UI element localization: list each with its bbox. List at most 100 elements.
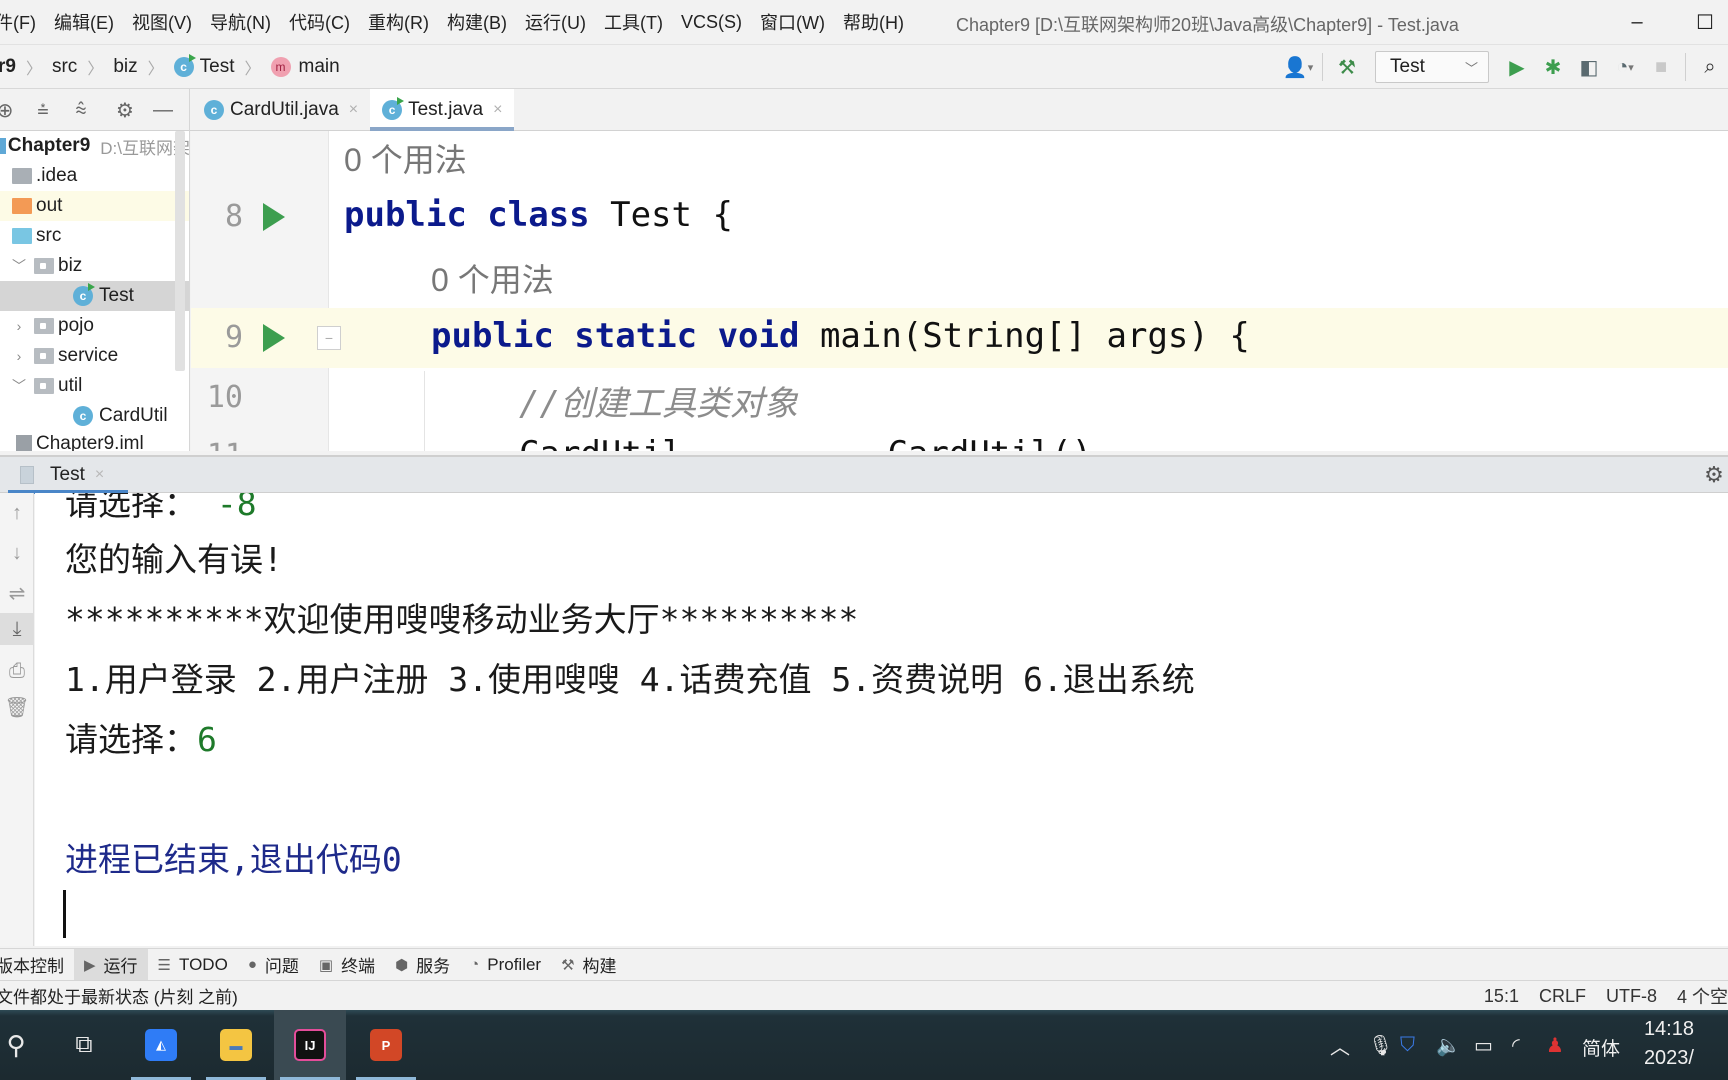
- breadcrumb-test[interactable]: c Test: [170, 53, 239, 78]
- menu-build[interactable]: 构建(B): [438, 9, 516, 35]
- tool-window-run[interactable]: ▶ 运行: [74, 948, 148, 981]
- usage-hint[interactable]: 0 个用法: [344, 135, 467, 181]
- run-gutter-icon[interactable]: [263, 203, 285, 231]
- taskbar-intellij[interactable]: IJ: [274, 1010, 346, 1080]
- coverage-icon[interactable]: ◧: [1571, 49, 1607, 85]
- terminal-icon: ▣: [318, 956, 334, 974]
- tree-item-util[interactable]: ﹀ util: [0, 371, 189, 401]
- run-configuration-select[interactable]: Test ﹀: [1375, 51, 1489, 83]
- tree-item-cardutil[interactable]: c CardUtil: [0, 401, 189, 431]
- microphone-icon[interactable]: 🎙: [1368, 1030, 1393, 1060]
- taskbar-task-view[interactable]: ⧉: [48, 1010, 120, 1080]
- search-icon[interactable]: ⌕: [1692, 49, 1728, 85]
- minimize-button[interactable]: –: [1622, 8, 1652, 36]
- tree-item-test[interactable]: c Test: [0, 281, 189, 311]
- menu-help[interactable]: 帮助(H): [834, 9, 913, 35]
- input-method-indicator[interactable]: 简体: [1582, 1034, 1620, 1061]
- build-hammer-icon[interactable]: ⚒: [1329, 49, 1365, 85]
- tool-window-build[interactable]: ⚒ 构建: [551, 949, 626, 981]
- menu-code[interactable]: 代码(C): [280, 9, 359, 35]
- breadcrumb-project[interactable]: r9: [0, 56, 20, 78]
- tab-cardutil-java[interactable]: c CardUtil.java ×: [192, 89, 370, 131]
- menu-vcs[interactable]: VCS(S): [672, 12, 751, 33]
- taskbar-file-explorer[interactable]: ▬: [200, 1010, 272, 1080]
- stop-icon[interactable]: ■: [1643, 49, 1679, 85]
- chevron-down-icon[interactable]: ﹀: [10, 376, 28, 396]
- menu-refactor[interactable]: 重构(R): [359, 9, 438, 35]
- qq-icon[interactable]: ♟: [1546, 1030, 1564, 1060]
- taskbar-app-feishu[interactable]: ◭: [125, 1010, 197, 1080]
- line-number: 9: [224, 320, 243, 355]
- close-icon[interactable]: ×: [349, 101, 358, 119]
- wifi-icon[interactable]: ◜: [1512, 1030, 1520, 1060]
- tool-window-todo[interactable]: ☰ TODO: [148, 949, 238, 981]
- iml-file-icon: [16, 435, 32, 451]
- tool-window-problems[interactable]: ● 问题: [238, 949, 309, 981]
- tree-root-chapter9[interactable]: Chapter9 D:\互联网架: [0, 131, 189, 161]
- menu-window[interactable]: 窗口(W): [751, 9, 834, 35]
- breadcrumb-main[interactable]: m main: [267, 56, 344, 78]
- tree-item-service[interactable]: › service: [0, 341, 189, 371]
- tab-test-java[interactable]: c Test.java ×: [370, 89, 515, 131]
- fold-icon[interactable]: −: [317, 326, 341, 350]
- chevron-up-icon[interactable]: ︿: [1330, 1030, 1350, 1060]
- code-editor[interactable]: 0 个用法 8 public class Test { 0 个用法 9 − pu…: [191, 131, 1728, 451]
- gear-icon[interactable]: ⚙: [1700, 461, 1728, 489]
- menu-edit[interactable]: 编辑(E): [45, 9, 123, 35]
- caret-position[interactable]: 15:1: [1474, 986, 1529, 1007]
- usage-hint[interactable]: 0 个用法: [431, 255, 554, 301]
- breadcrumb-src[interactable]: src: [48, 56, 81, 78]
- run-tab-test[interactable]: Test ×: [8, 457, 116, 493]
- close-icon[interactable]: ×: [493, 101, 502, 119]
- system-clock[interactable]: 14:18 2023/: [1644, 1018, 1694, 1070]
- menu-file[interactable]: 件(F): [0, 9, 45, 35]
- user-icon[interactable]: 👤 ▾: [1280, 49, 1316, 85]
- console-output[interactable]: 请选择： -8 您的输入有误! **********欢迎使用嗖嗖移动业务大厅**…: [35, 493, 1728, 946]
- taskbar-search[interactable]: ⚲: [0, 1010, 52, 1080]
- tree-item-biz[interactable]: ﹀ biz: [0, 251, 189, 281]
- print-icon[interactable]: ⎙: [0, 655, 34, 687]
- project-scrollbar[interactable]: [175, 131, 185, 371]
- tree-item-pojo[interactable]: › pojo: [0, 311, 189, 341]
- maximize-button[interactable]: ☐: [1690, 8, 1720, 36]
- volume-icon[interactable]: 🔈: [1436, 1030, 1461, 1060]
- tree-item-chapter9-iml[interactable]: Chapter9.iml: [0, 429, 189, 451]
- arrow-down-icon[interactable]: ↓: [0, 537, 34, 569]
- file-encoding[interactable]: UTF-8: [1596, 986, 1667, 1007]
- soft-wrap-icon[interactable]: ⇌: [0, 577, 34, 609]
- menu-view[interactable]: 视图(V): [123, 9, 201, 35]
- code-line-9: 9 − public static void main(String[] arg…: [191, 308, 1728, 368]
- debug-icon[interactable]: ✱: [1535, 49, 1571, 85]
- indent-setting[interactable]: 4 个空: [1667, 983, 1728, 1009]
- profile-icon[interactable]: ◔ ▾: [1607, 49, 1643, 85]
- trash-icon[interactable]: 🗑: [0, 691, 34, 723]
- chevron-down-icon[interactable]: ﹀: [10, 256, 28, 276]
- arrow-up-icon[interactable]: ↑: [0, 497, 34, 529]
- locate-file-icon[interactable]: ⊕: [0, 91, 24, 129]
- tree-item-out[interactable]: out: [0, 191, 189, 221]
- chevron-right-icon[interactable]: ›: [10, 318, 28, 334]
- tool-window-profiler[interactable]: ◔ Profiler: [460, 949, 551, 981]
- menu-run[interactable]: 运行(U): [516, 9, 595, 35]
- tree-item-src[interactable]: src: [0, 221, 189, 251]
- line-separator[interactable]: CRLF: [1529, 986, 1596, 1007]
- close-icon[interactable]: ×: [95, 466, 104, 484]
- scroll-to-end-icon[interactable]: ⤓: [0, 613, 34, 645]
- taskbar-powerpoint[interactable]: P: [350, 1010, 422, 1080]
- security-shield-icon[interactable]: ⛉: [1400, 1030, 1415, 1060]
- tool-window-terminal[interactable]: ▣ 终端: [309, 949, 385, 981]
- battery-icon[interactable]: ▭: [1474, 1030, 1493, 1060]
- hide-panel-icon[interactable]: —: [144, 91, 182, 129]
- chevron-right-icon[interactable]: ›: [10, 348, 28, 364]
- collapse-all-icon[interactable]: ⩯: [62, 91, 100, 129]
- breadcrumb-biz[interactable]: biz: [109, 56, 141, 78]
- run-gutter-icon[interactable]: [263, 324, 285, 352]
- expand-all-icon[interactable]: ⩮: [24, 91, 62, 129]
- menu-tools[interactable]: 工具(T): [595, 9, 672, 35]
- gear-icon[interactable]: ⚙: [106, 91, 144, 129]
- tree-item-idea[interactable]: .idea: [0, 161, 189, 191]
- tool-window-services[interactable]: ⬢ 服务: [385, 949, 460, 981]
- menu-navigate[interactable]: 导航(N): [201, 9, 280, 35]
- run-icon[interactable]: ▶: [1499, 49, 1535, 85]
- tool-window-version-control[interactable]: 版本控制: [0, 949, 74, 981]
